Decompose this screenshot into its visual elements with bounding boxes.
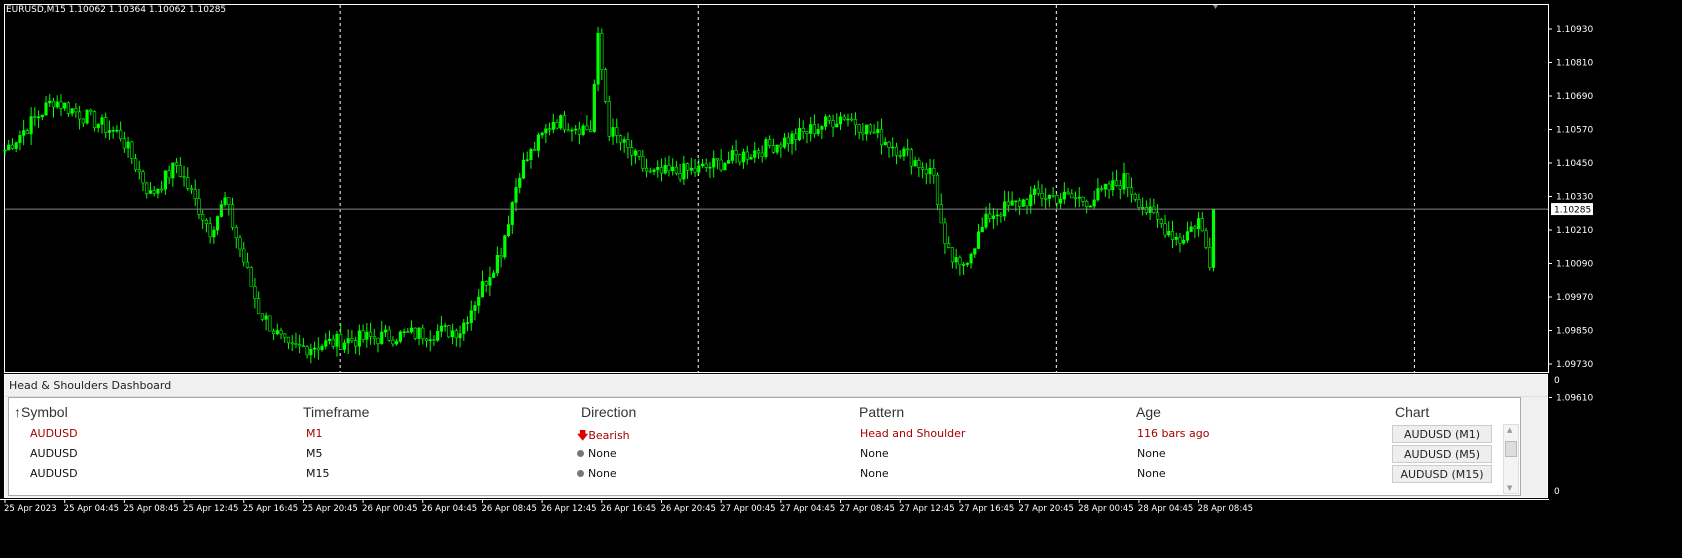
x-tick-label: 27 Apr 08:45 — [840, 504, 895, 514]
candle — [607, 95, 611, 142]
y-tick-label: 1.09730 — [1556, 360, 1593, 370]
x-tick-label: 26 Apr 20:45 — [660, 504, 715, 514]
y-tick-label: 1.10570 — [1556, 126, 1593, 136]
cell-timeframe: M15 — [306, 467, 330, 480]
y-tick-label: 1.10450 — [1556, 159, 1593, 169]
cell-direction: 🡇Bearish — [577, 427, 630, 446]
neutral-dot-icon — [577, 450, 584, 457]
cell-direction: None — [577, 447, 617, 460]
cell-timeframe: M1 — [306, 427, 323, 440]
column-header-symbol[interactable]: ↑Symbol — [14, 404, 68, 420]
x-tick-label: 27 Apr 04:45 — [780, 504, 835, 514]
y-tick-label: 1.09610 — [1556, 394, 1593, 404]
y-tick-label: 1.10810 — [1556, 59, 1593, 69]
candle — [764, 136, 768, 160]
x-tick-label: 28 Apr 00:45 — [1078, 504, 1133, 514]
x-tick-label: 26 Apr 04:45 — [422, 504, 477, 514]
cell-symbol: AUDUSD — [30, 427, 78, 440]
open-chart-button[interactable]: AUDUSD (M5) — [1392, 445, 1492, 463]
dashboard-table: ↑Symbol Timeframe Direction Pattern Age … — [8, 397, 1521, 496]
cell-symbol: AUDUSD — [30, 467, 78, 480]
x-tick-label: 27 Apr 16:45 — [959, 504, 1014, 514]
x-tick-label: 28 Apr 04:45 — [1138, 504, 1193, 514]
candle — [603, 67, 608, 104]
candle — [1204, 227, 1208, 250]
x-tick-label: 27 Apr 12:45 — [899, 504, 954, 514]
neutral-dot-icon — [577, 470, 584, 477]
cell-direction: None — [577, 467, 617, 480]
column-header-pattern[interactable]: Pattern — [859, 404, 904, 420]
cell-timeframe: M5 — [306, 447, 323, 460]
candle — [596, 26, 600, 92]
direction-label: Bearish — [588, 429, 630, 442]
x-tick-label: 26 Apr 08:45 — [481, 504, 536, 514]
cell-pattern: None — [860, 447, 889, 460]
dashboard-title: Head & Shoulders Dashboard — [5, 375, 1547, 397]
cell-age: None — [1137, 467, 1166, 480]
y-tick-label: 1.09970 — [1556, 293, 1593, 303]
candle — [723, 161, 727, 171]
direction-label: None — [588, 447, 617, 460]
header-label: Symbol — [21, 404, 68, 420]
dashboard-panel: Head & Shoulders Dashboard ↑Symbol Timef… — [4, 374, 1548, 498]
direction-label: None — [588, 467, 617, 480]
candle — [592, 79, 596, 133]
candle — [398, 330, 402, 344]
y-tick-label: 1.10330 — [1556, 193, 1593, 203]
candle — [935, 172, 940, 211]
y-tick-label: 1.10690 — [1556, 92, 1593, 102]
y-tick-label: 1.10930 — [1556, 25, 1593, 35]
x-tick-label: 26 Apr 00:45 — [362, 504, 417, 514]
scroll-down-icon[interactable]: ▼ — [1507, 484, 1512, 492]
x-tick-label: 25 Apr 04:45 — [64, 504, 119, 514]
candle — [85, 109, 89, 125]
y-tick-label: 1.10210 — [1556, 226, 1593, 236]
column-header-chart[interactable]: Chart — [1395, 404, 1429, 420]
cell-symbol: AUDUSD — [30, 447, 78, 460]
chart-title: EURUSD,M15 1.10062 1.10364 1.10062 1.102… — [6, 5, 227, 15]
x-tick-label: 26 Apr 12:45 — [541, 504, 596, 514]
x-tick-label: 28 Apr 08:45 — [1198, 504, 1253, 514]
column-header-timeframe[interactable]: Timeframe — [303, 404, 369, 420]
x-tick-label: 25 Apr 08:45 — [123, 504, 178, 514]
cell-age: None — [1137, 447, 1166, 460]
x-tick-label: 26 Apr 16:45 — [601, 504, 656, 514]
candle — [1021, 198, 1025, 207]
scroll-thumb[interactable] — [1505, 441, 1517, 457]
cell-pattern: Head and Shoulder — [860, 427, 966, 440]
subwindow-scale-bottom: 0 — [1554, 487, 1560, 497]
column-header-direction[interactable]: Direction — [581, 404, 636, 420]
current-price-label: 1.10285 — [1554, 206, 1591, 216]
y-tick-label: 1.10090 — [1556, 260, 1593, 270]
open-chart-button[interactable]: AUDUSD (M15) — [1392, 465, 1492, 483]
candle — [1211, 208, 1216, 272]
candle — [559, 114, 563, 131]
candle — [249, 266, 253, 287]
open-chart-button[interactable]: AUDUSD (M1) — [1392, 425, 1492, 443]
x-tick-label: 25 Apr 16:45 — [243, 504, 298, 514]
candle — [447, 324, 451, 339]
x-tick-label: 25 Apr 12:45 — [183, 504, 238, 514]
candle — [268, 315, 272, 332]
subwindow-scale-top: 0 — [1554, 376, 1560, 386]
cell-pattern: None — [860, 467, 889, 480]
x-tick-label: 25 Apr 20:45 — [302, 504, 357, 514]
y-tick-label: 1.09850 — [1556, 327, 1593, 337]
cell-age: 116 bars ago — [1137, 427, 1210, 440]
x-tick-label: 27 Apr 00:45 — [720, 504, 775, 514]
column-header-age[interactable]: Age — [1136, 404, 1161, 420]
candle — [413, 327, 417, 341]
arrow-down-icon: 🡇 — [577, 429, 589, 442]
dashboard-scrollbar[interactable]: ▲ ▼ — [1503, 424, 1519, 494]
scroll-up-icon[interactable]: ▲ — [1507, 426, 1512, 434]
sort-arrow-icon: ↑ — [14, 404, 21, 420]
candle — [503, 234, 507, 260]
x-tick-label: 27 Apr 20:45 — [1019, 504, 1074, 514]
x-tick-label: 25 Apr 2023 — [4, 504, 57, 514]
